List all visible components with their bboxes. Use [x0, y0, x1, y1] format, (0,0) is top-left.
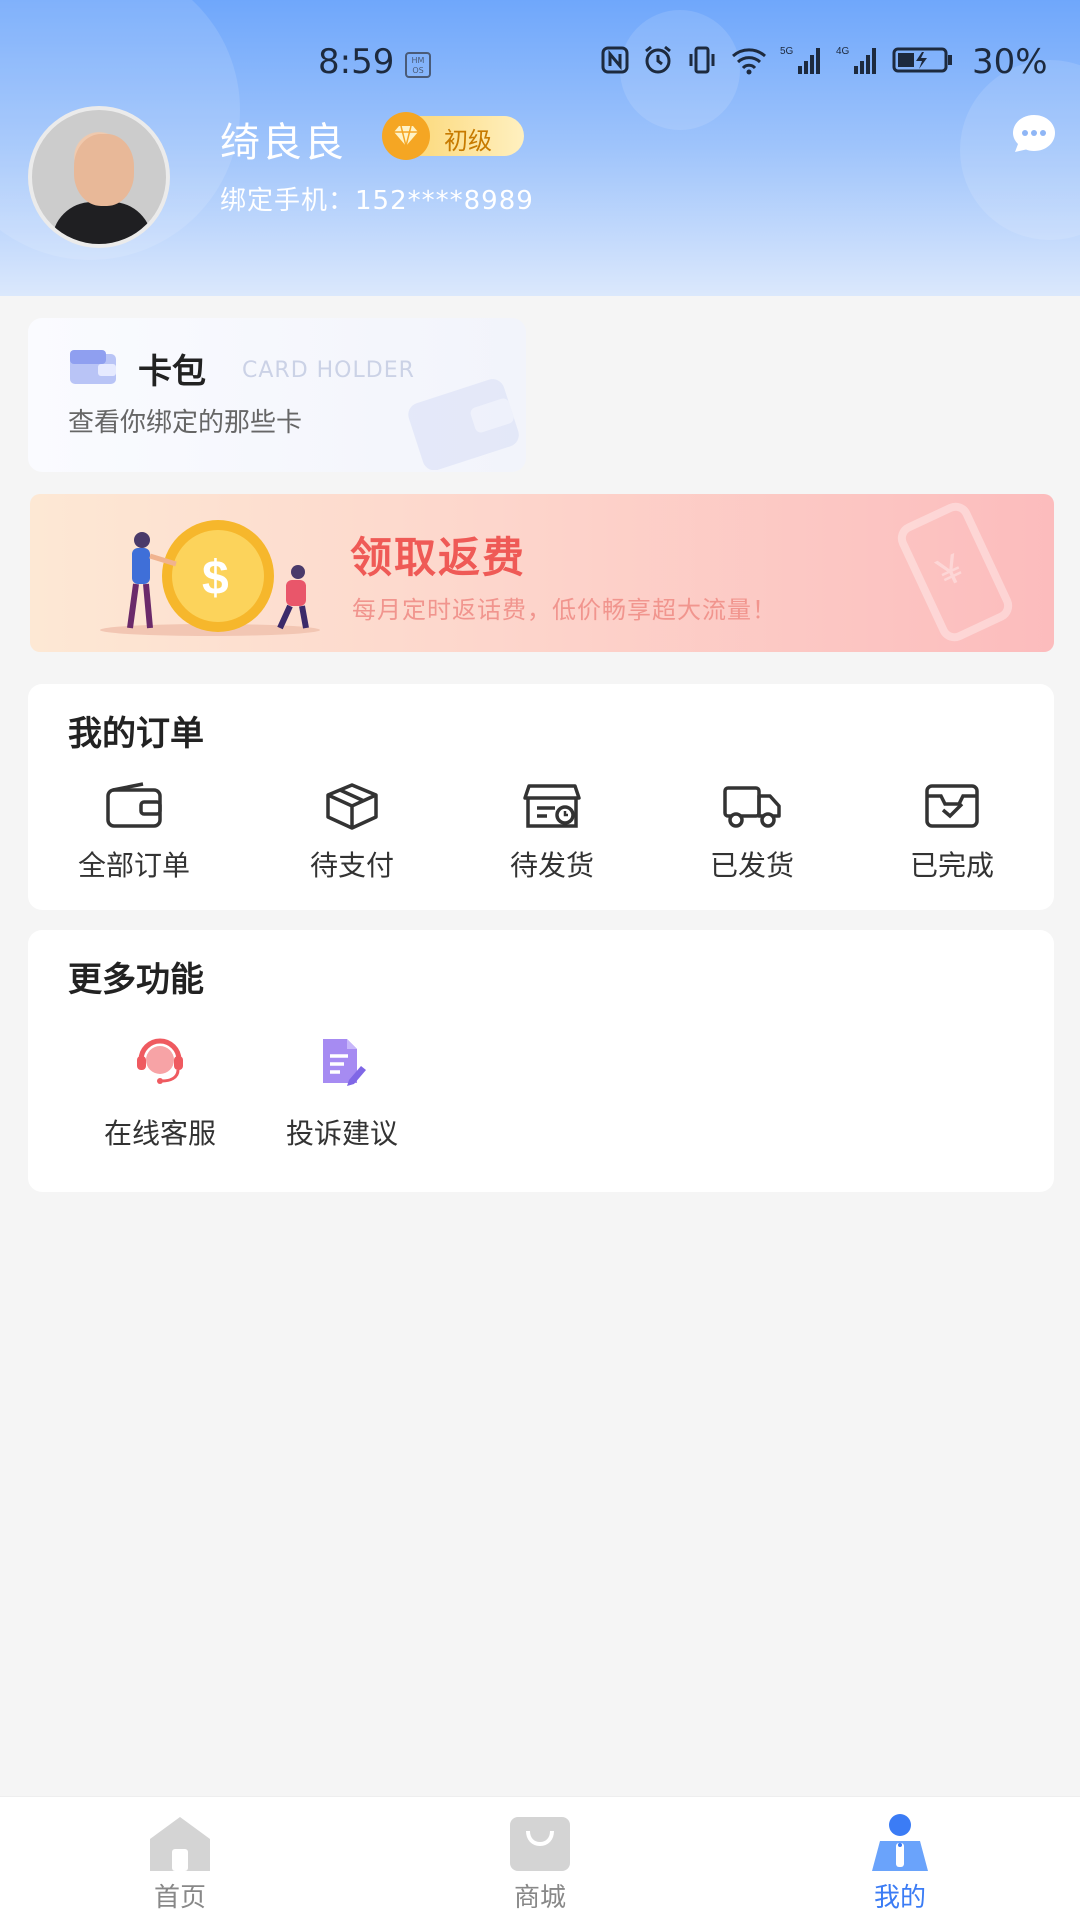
- wallet-icon: [68, 346, 118, 390]
- more-features-title: 更多功能: [68, 960, 204, 1000]
- card-holder-title-en: CARD HOLDER: [242, 358, 415, 383]
- banner-subtitle: 每月定时返话费，低价畅享超大流量！: [352, 596, 777, 624]
- svg-text:5G: 5G: [780, 46, 794, 57]
- battery-icon: [892, 47, 952, 73]
- card-holder-desc: 查看你绑定的那些卡: [68, 408, 303, 438]
- order-pending-shipment-label: 待发货: [509, 849, 594, 882]
- status-bar: 8:59 HM OS 5G 4G 30%: [0, 40, 1080, 90]
- home-icon: [144, 1813, 216, 1879]
- status-time: 8:59: [318, 42, 395, 82]
- card-holder-title: 卡包: [138, 352, 206, 392]
- os-badge: HM OS: [405, 52, 431, 78]
- vibrate-icon: [689, 46, 715, 74]
- alarm-icon: [645, 45, 671, 74]
- complaint-feedback-label: 投诉建议: [285, 1117, 398, 1150]
- level-badge: 初级: [382, 112, 524, 160]
- my-orders-title: 我的订单: [68, 714, 204, 754]
- nav-shop-label: 商城: [513, 1883, 566, 1913]
- nav-shop[interactable]: 商城: [440, 1797, 640, 1920]
- coin-people-illustration: $: [90, 514, 330, 642]
- battery-percent: 30%: [972, 42, 1048, 82]
- profile-header: 8:59 HM OS 5G 4G 30% 绮良良 初级 绑定手机：152****…: [0, 0, 1080, 296]
- wifi-icon: [732, 48, 766, 75]
- order-shipped[interactable]: 已发货: [672, 782, 832, 892]
- nav-home-label: 首页: [153, 1883, 206, 1913]
- bound-phone-number: 152****8989: [355, 186, 534, 216]
- signal-5g-icon: 5G: [780, 46, 820, 74]
- order-completed[interactable]: 已完成: [872, 782, 1032, 892]
- complaint-feedback[interactable]: 投诉建议: [262, 1036, 422, 1156]
- bottom-nav: 首页 商城 我的: [0, 1796, 1080, 1920]
- avatar[interactable]: [28, 106, 170, 248]
- wallet-icon: [105, 782, 163, 834]
- order-pending-payment-label: 待支付: [309, 849, 394, 882]
- chat-bubble-icon[interactable]: [1010, 112, 1058, 152]
- diamond-icon: [382, 112, 430, 160]
- nfc-icon: [601, 46, 629, 74]
- order-completed-label: 已完成: [909, 849, 994, 882]
- banner-title: 领取返费: [350, 533, 527, 582]
- online-service[interactable]: 在线客服: [80, 1036, 240, 1156]
- order-all[interactable]: 全部订单: [54, 782, 214, 892]
- bound-phone-label: 绑定手机：: [220, 186, 356, 216]
- my-orders-panel: 我的订单 全部订单 待支付 待发货 已发货 已完成: [28, 684, 1054, 910]
- order-shipped-label: 已发货: [709, 849, 794, 882]
- more-features-panel: 更多功能 在线客服 投诉建议: [28, 930, 1054, 1192]
- nav-mine[interactable]: 我的: [800, 1797, 1000, 1920]
- signal-4g-icon: 4G: [836, 46, 876, 74]
- bound-phone: 绑定手机：152****8989: [220, 180, 534, 217]
- order-all-label: 全部订单: [77, 849, 190, 882]
- phone-yuan-watermark-icon: ¥: [880, 502, 1030, 646]
- shop-clock-icon: [523, 782, 581, 834]
- order-pending-shipment[interactable]: 待发货: [472, 782, 632, 892]
- level-text: 初级: [444, 127, 492, 155]
- box-icon: [323, 782, 381, 834]
- wallet-watermark-icon: [402, 370, 522, 472]
- avatar-shirt: [52, 202, 152, 244]
- online-service-label: 在线客服: [103, 1117, 216, 1150]
- order-pending-payment[interactable]: 待支付: [272, 782, 432, 892]
- feedback-doc-icon: [315, 1036, 369, 1090]
- profile-icon: [864, 1813, 936, 1879]
- status-icons: 5G 4G: [600, 44, 954, 76]
- headset-icon: [133, 1036, 187, 1088]
- rebate-banner[interactable]: $ 领取返费 每月定时返话费，低价畅享超大流量！ ¥: [30, 494, 1054, 652]
- user-name: 绮良良: [220, 120, 346, 166]
- svg-text:$: $: [202, 552, 229, 605]
- inbox-check-icon: [923, 782, 981, 834]
- card-holder-card[interactable]: 卡包 CARD HOLDER 查看你绑定的那些卡: [28, 318, 526, 472]
- svg-text:¥: ¥: [930, 546, 970, 596]
- truck-icon: [722, 782, 782, 834]
- avatar-face: [74, 134, 134, 206]
- nav-mine-label: 我的: [873, 1883, 926, 1913]
- svg-text:4G: 4G: [836, 46, 850, 57]
- shop-bag-icon: [504, 1813, 576, 1879]
- nav-home[interactable]: 首页: [80, 1797, 280, 1920]
